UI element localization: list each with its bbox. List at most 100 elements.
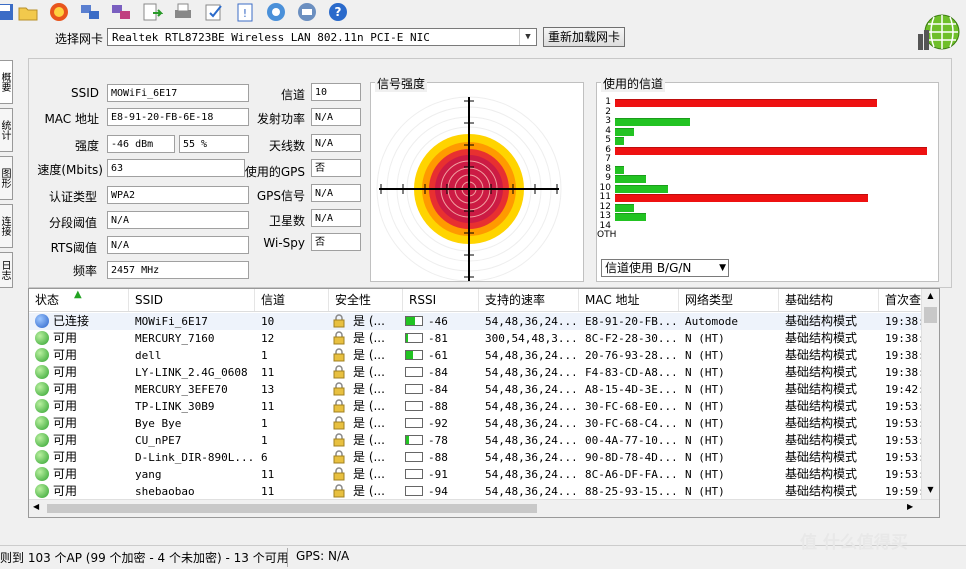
ssid-label: SSID <box>70 86 99 100</box>
cell-rates: 300,54,48,3... <box>485 332 575 345</box>
column-header[interactable]: RSSI <box>403 289 479 311</box>
table-row[interactable]: 可用 yang 11 是 (... -91 54,48,36,24... 8C-A6-DF-… <box>29 466 925 483</box>
gps-signal-field: N/A <box>311 184 361 202</box>
table-row[interactable]: 可用 CU_nPE7 1 是 (... -78 54,48,36,24... 00-4A-7… <box>29 432 925 449</box>
svg-text:!: ! <box>243 7 247 20</box>
cell-network-type: N (HT) <box>685 332 725 345</box>
nic-select[interactable]: Realtek RTL8723BE Wireless LAN 802.11n P… <box>107 28 537 46</box>
cell-first-seen: 19:38: <box>885 349 925 362</box>
strength-pct-field: 55 % <box>179 135 249 153</box>
start-scan-icon[interactable] <box>48 1 70 23</box>
speed-field: 63 <box>107 159 245 177</box>
table-row[interactable]: 可用 TP-LINK_30B9 11 是 (... -88 54,48,36,24... 3… <box>29 398 925 415</box>
nic-label: 选择网卡 <box>55 32 104 46</box>
table-row[interactable]: 可用 dell 1 是 (... -61 54,48,36,24... 20-76-93-2… <box>29 347 925 364</box>
open-folder-icon[interactable] <box>17 1 39 23</box>
channel-usage-bar <box>615 118 690 126</box>
chevron-up-icon[interactable]: ▲ <box>924 291 937 301</box>
cell-first-seen: 19:53: <box>885 434 925 447</box>
rssi-meter <box>405 367 423 377</box>
chevron-down-icon[interactable]: ▼ <box>924 485 937 495</box>
rssi-meter <box>405 350 423 360</box>
svg-text:?: ? <box>335 5 342 19</box>
cell-security: 是 (... <box>353 416 385 430</box>
cell-rates: 54,48,36,24... <box>485 451 575 464</box>
column-header[interactable]: MAC 地址 <box>579 289 679 311</box>
column-header[interactable]: 信道 <box>255 289 329 311</box>
cell-rates: 54,48,36,24... <box>485 468 575 481</box>
cell-network-type: N (HT) <box>685 417 725 430</box>
cell-rates: 54,48,36,24... <box>485 485 575 498</box>
cell-security: 是 (... <box>353 433 385 447</box>
cell-channel: 13 <box>261 383 275 396</box>
available-status-icon <box>35 416 49 430</box>
lock-icon <box>333 433 345 447</box>
lock-icon <box>333 399 345 413</box>
freq-label: 频率 <box>72 264 97 278</box>
computers-icon[interactable] <box>79 1 101 23</box>
cell-rates: 54,48,36,24... <box>485 349 575 362</box>
cell-infrastructure: 基础结构模式 <box>785 314 858 328</box>
available-status-icon <box>35 331 49 345</box>
available-status-icon <box>35 399 49 413</box>
comment-icon[interactable] <box>296 1 318 23</box>
cell-security: 是 (... <box>353 382 385 396</box>
channel-usage-bar <box>615 194 868 202</box>
vertical-scroll-thumb[interactable] <box>924 307 937 323</box>
web-icon[interactable] <box>265 1 287 23</box>
cell-network-type: N (HT) <box>685 366 725 379</box>
channel-usage-select[interactable]: 信道使用 B/G/N ▼ <box>601 259 729 277</box>
save-icon[interactable] <box>0 1 16 23</box>
vertical-scrollbar[interactable]: ▲ ▼ <box>921 289 939 499</box>
signal-radar <box>376 96 562 282</box>
clipboard-icon[interactable]: ! <box>234 1 256 23</box>
lock-icon <box>333 467 345 481</box>
channel-label: 信道 <box>280 88 305 102</box>
options-icon[interactable] <box>203 1 225 23</box>
network-icon[interactable] <box>110 1 132 23</box>
table-row[interactable]: 已连接 MOWiFi_6E17 10 是 (... -46 54,48,36,24... E… <box>29 313 925 330</box>
cell-mac: 30-FC-68-C4... <box>585 417 675 430</box>
channel-usage-bar <box>615 175 646 183</box>
table-row[interactable]: 可用 MERCURY_7160 12 是 (... -81 300,54,48,3... 8… <box>29 330 925 347</box>
column-header[interactable]: 支持的速率 <box>479 289 579 311</box>
column-header[interactable]: 网络类型 <box>679 289 779 311</box>
channel-number: 13 <box>599 211 611 221</box>
chevron-left-icon[interactable]: ◀ <box>33 502 43 511</box>
cell-mac: E8-91-20-FB... <box>585 315 675 328</box>
side-tab-log[interactable]: 日志 <box>0 252 13 288</box>
cell-first-seen: 19:38: <box>885 332 925 345</box>
reload-nic-button[interactable]: 重新加载网卡 <box>543 27 625 47</box>
side-tab-graph[interactable]: 图形 <box>0 156 13 200</box>
status-gps: GPS: N/A <box>296 549 350 563</box>
table-header: 状态 ▲ SSID 信道 安全性 RSSI 支持的速率 MAC 地址 网络类型 基础结构 首次查 <box>29 289 939 312</box>
column-header[interactable]: 安全性 <box>329 289 403 311</box>
table-row[interactable]: 可用 LY-LINK_2.4G_0608 11 是 (... -84 54,48,36,2… <box>29 364 925 381</box>
rts-label: RTS阈值 <box>50 241 97 255</box>
chevron-down-icon[interactable]: ▼ <box>519 29 536 45</box>
column-header[interactable]: 基础结构 <box>779 289 879 311</box>
table-row[interactable]: 可用 shebaobao 11 是 (... -94 54,48,36,24... 88-2… <box>29 483 925 500</box>
help-icon[interactable]: ? <box>327 1 349 23</box>
cell-rssi: -88 <box>428 451 448 464</box>
cell-rates: 54,48,36,24... <box>485 417 575 430</box>
cell-mac: F4-83-CD-A8... <box>585 366 675 379</box>
column-header[interactable]: SSID <box>129 289 255 311</box>
cell-security: 是 (... <box>353 399 385 413</box>
horizontal-scrollbar[interactable]: ◀ ▶ <box>29 499 939 517</box>
table-row[interactable]: 可用 MERCURY_3EFE70 13 是 (... -84 54,48,36,24..… <box>29 381 925 398</box>
side-tab-summary[interactable]: 概要 <box>0 60 13 104</box>
cell-status: 可用 <box>53 382 78 396</box>
side-tab-connect[interactable]: 连接 <box>0 204 13 248</box>
sort-ascending-icon[interactable]: ▲ <box>74 289 82 300</box>
chevron-down-icon[interactable]: ▼ <box>719 260 726 277</box>
side-tab-stats[interactable]: 统计 <box>0 108 13 152</box>
export-icon[interactable] <box>141 1 163 23</box>
horizontal-scroll-thumb[interactable] <box>47 504 537 513</box>
cell-infrastructure: 基础结构模式 <box>785 484 858 498</box>
rssi-meter <box>405 333 423 343</box>
chevron-right-icon[interactable]: ▶ <box>907 502 917 511</box>
print-icon[interactable] <box>172 1 194 23</box>
table-row[interactable]: 可用 Bye Bye 1 是 (... -92 54,48,36,24... 30-FC-6… <box>29 415 925 432</box>
table-row[interactable]: 可用 D-Link_DIR-890L... 6 是 (... -88 54,48,36,2… <box>29 449 925 466</box>
